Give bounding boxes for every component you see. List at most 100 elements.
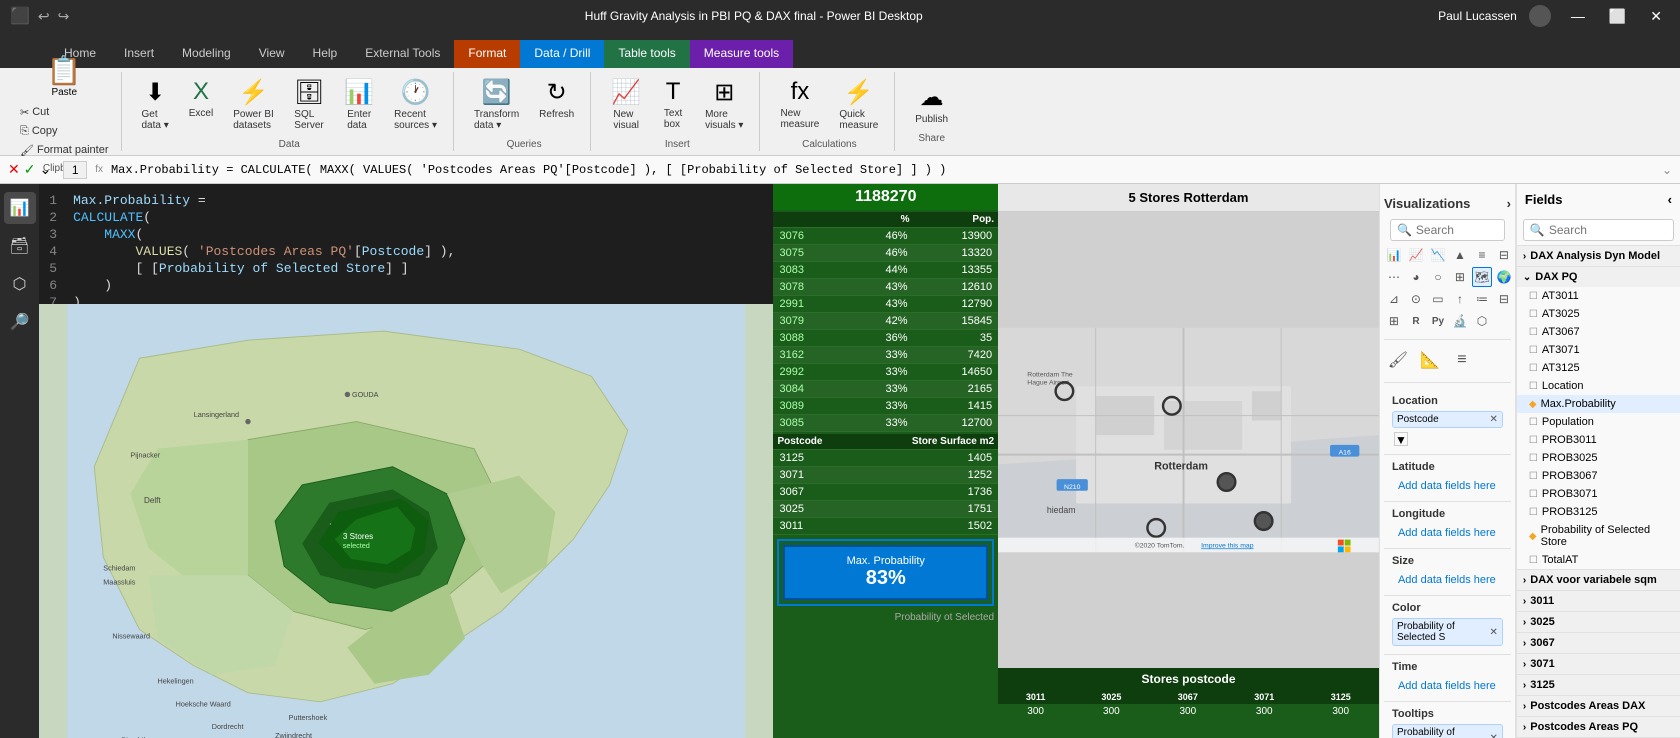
- viz-decomposition-icon[interactable]: ⬡: [1472, 311, 1492, 331]
- new-measure-button[interactable]: fx Newmeasure: [772, 74, 827, 135]
- powerbi-datasets-button[interactable]: ⚡ Power BIdatasets: [225, 74, 282, 135]
- field-item-at3067[interactable]: ☐ AT3067: [1517, 323, 1680, 341]
- table-row[interactable]: 299143%12790: [773, 296, 998, 313]
- field-item-prob3067[interactable]: ☐ PROB3067: [1517, 467, 1680, 485]
- latitude-add-field[interactable]: Add data fields here: [1392, 477, 1503, 495]
- more-visuals-button[interactable]: ⊞ Morevisuals ▾: [697, 74, 751, 135]
- field-group-3067-header[interactable]: › 3067: [1517, 632, 1680, 653]
- field-group-dax-analysis-header[interactable]: › DAX Analysis Dyn Model: [1517, 245, 1680, 266]
- viz-pie-chart-icon[interactable]: ◕: [1406, 267, 1426, 287]
- fields-search-box[interactable]: 🔍: [1523, 219, 1674, 241]
- refresh-button[interactable]: ↻ Refresh: [531, 74, 582, 135]
- viz-funnel-icon[interactable]: ⊿: [1384, 289, 1404, 309]
- new-visual-button[interactable]: 📈 Newvisual: [603, 74, 649, 135]
- viz-search-box[interactable]: 🔍: [1390, 219, 1505, 241]
- field-group-postcodes-pq-header[interactable]: › Postcodes Areas PQ: [1517, 716, 1680, 737]
- viz-table-icon[interactable]: ⊟: [1494, 289, 1514, 309]
- location-field-remove[interactable]: ✕: [1490, 414, 1498, 425]
- formula-close-button[interactable]: ✕: [8, 161, 20, 178]
- viz-ai-insights-icon[interactable]: 🔬: [1450, 311, 1470, 331]
- table-row[interactable]: 31251405: [773, 450, 998, 467]
- formula-confirm-button[interactable]: ✓: [24, 161, 36, 178]
- time-add-field[interactable]: Add data fields here: [1392, 677, 1503, 695]
- table-row[interactable]: 307546%13320: [773, 245, 998, 262]
- tab-insert[interactable]: Insert: [110, 40, 168, 68]
- field-item-max-probability[interactable]: ◆ Max.Probability: [1517, 395, 1680, 413]
- main-data-table[interactable]: % Pop. 307646%13900307546%13320308344%13…: [773, 212, 998, 432]
- field-item-at3025[interactable]: ☐ AT3025: [1517, 305, 1680, 323]
- quick-measure-button[interactable]: ⚡ Quickmeasure: [831, 74, 886, 135]
- viz-format-icon[interactable]: 🖌: [1384, 346, 1412, 374]
- text-box-button[interactable]: T Textbox: [653, 74, 693, 135]
- field-item-prob3011[interactable]: ☐ PROB3011: [1517, 431, 1680, 449]
- size-add-field[interactable]: Add data fields here: [1392, 571, 1503, 589]
- field-group-3125-header[interactable]: › 3125: [1517, 674, 1680, 695]
- tab-view[interactable]: View: [245, 40, 299, 68]
- viz-panel-expand[interactable]: ›: [1507, 196, 1511, 211]
- viz-waterfall-icon[interactable]: ⊟: [1494, 245, 1514, 265]
- color-field-remove[interactable]: ✕: [1490, 627, 1498, 638]
- viz-search-input[interactable]: [1416, 223, 1498, 237]
- viz-analytics-icon[interactable]: 📐: [1416, 346, 1444, 374]
- tab-modeling[interactable]: Modeling: [168, 40, 245, 68]
- viz-column-chart-icon[interactable]: 📈: [1406, 245, 1426, 265]
- get-data-button[interactable]: ⬇ Getdata ▾: [134, 74, 177, 135]
- table-row[interactable]: 30251751: [773, 501, 998, 518]
- viz-matrix-icon[interactable]: ⊞: [1384, 311, 1404, 331]
- viz-r-script-icon[interactable]: R: [1406, 311, 1426, 331]
- field-group-postcodes-dax-header[interactable]: › Postcodes Areas DAX: [1517, 695, 1680, 716]
- location-expand-icon[interactable]: ▼: [1394, 432, 1408, 446]
- field-item-prob-selected[interactable]: ◆ Probability of Selected Store: [1517, 521, 1680, 551]
- table-row[interactable]: 307646%13900: [773, 228, 998, 245]
- field-group-3071-header[interactable]: › 3071: [1517, 653, 1680, 674]
- field-item-prob3125[interactable]: ☐ PROB3125: [1517, 503, 1680, 521]
- table-row[interactable]: 308344%13355: [773, 262, 998, 279]
- minimize-button[interactable]: —: [1563, 6, 1593, 27]
- cut-button[interactable]: ✂ Cut: [16, 104, 113, 121]
- enter-data-button[interactable]: 📊 Enterdata: [336, 74, 382, 135]
- viz-treemap-icon[interactable]: ⊞: [1450, 267, 1470, 287]
- table-row[interactable]: 30711252: [773, 467, 998, 484]
- fields-search-input[interactable]: [1549, 223, 1667, 237]
- sidebar-analytics-icon[interactable]: 🔎: [4, 306, 36, 338]
- tab-table-tools[interactable]: Table tools: [604, 40, 689, 68]
- table-row[interactable]: 299233%14650: [773, 364, 998, 381]
- table-row[interactable]: 298733%7690: [773, 432, 998, 433]
- field-group-dax-pq-header[interactable]: ⌄ DAX PQ: [1517, 266, 1680, 287]
- field-group-dax-variabele-header[interactable]: › DAX voor variabele sqm: [1517, 569, 1680, 590]
- viz-fields-icon[interactable]: ≡: [1448, 346, 1476, 374]
- viz-donut-chart-icon[interactable]: ○: [1428, 267, 1448, 287]
- viz-bar-chart-icon[interactable]: 📊: [1384, 245, 1404, 265]
- tab-help[interactable]: Help: [299, 40, 352, 68]
- publish-button[interactable]: ☁ Publish: [907, 79, 956, 129]
- table-row[interactable]: 308433%2165: [773, 381, 998, 398]
- formula-bar-expand[interactable]: ⌄: [1662, 163, 1672, 177]
- table-row[interactable]: 307942%15845: [773, 313, 998, 330]
- field-group-3025-header[interactable]: › 3025: [1517, 611, 1680, 632]
- viz-filled-map-icon[interactable]: 🌍: [1494, 267, 1514, 287]
- field-item-location[interactable]: ☐ Location: [1517, 377, 1680, 395]
- viz-slicer-icon[interactable]: ≔: [1472, 289, 1492, 309]
- field-item-prob3025[interactable]: ☐ PROB3025: [1517, 449, 1680, 467]
- table-row[interactable]: 307843%12610: [773, 279, 998, 296]
- field-item-prob3071[interactable]: ☐ PROB3071: [1517, 485, 1680, 503]
- field-item-population[interactable]: ☐ Population: [1517, 413, 1680, 431]
- field-item-at3125[interactable]: ☐ AT3125: [1517, 359, 1680, 377]
- viz-gauge-icon[interactable]: ⊙: [1406, 289, 1426, 309]
- viz-python-icon[interactable]: Py: [1428, 311, 1448, 331]
- viz-ribbon-chart-icon[interactable]: ≡: [1472, 245, 1492, 265]
- table-row[interactable]: 316233%7420: [773, 347, 998, 364]
- viz-kpi-icon[interactable]: ↑: [1450, 289, 1470, 309]
- transform-data-button[interactable]: 🔄 Transformdata ▾: [466, 74, 527, 135]
- copy-button[interactable]: ⎘ Copy: [16, 123, 113, 140]
- fields-panel-collapse[interactable]: ‹: [1668, 192, 1672, 207]
- sidebar-report-icon[interactable]: 📊: [4, 192, 36, 224]
- tooltips-field-remove[interactable]: ✕: [1490, 733, 1498, 738]
- longitude-add-field[interactable]: Add data fields here: [1392, 524, 1503, 542]
- format-painter-button[interactable]: 🖌 Format painter: [16, 142, 113, 159]
- formula-expand-button[interactable]: ⌄: [39, 161, 51, 178]
- table-row[interactable]: 308533%12700: [773, 415, 998, 432]
- table-row[interactable]: 308933%1415: [773, 398, 998, 415]
- table-row[interactable]: 308836%35: [773, 330, 998, 347]
- tab-measure-tools[interactable]: Measure tools: [690, 40, 793, 68]
